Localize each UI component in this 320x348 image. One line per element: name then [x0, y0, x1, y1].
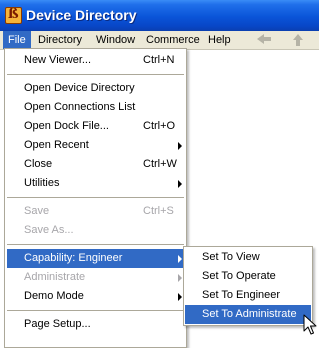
menu-directory[interactable]: Directory [33, 31, 87, 49]
mouse-pointer-icon [303, 314, 317, 335]
menu-item-demo-mode[interactable]: Demo Mode [7, 287, 184, 306]
up-arrow-icon[interactable] [287, 33, 309, 47]
capability-submenu: Set To View Set To Operate Set To Engine… [183, 246, 313, 326]
menu-window[interactable]: Window [91, 31, 140, 49]
menu-separator [7, 197, 184, 198]
menu-commerce[interactable]: Commerce [141, 31, 205, 49]
submenu-item-set-to-administrate[interactable]: Set To Administrate [185, 305, 311, 324]
submenu-item-set-to-operate[interactable]: Set To Operate [185, 267, 311, 286]
menu-separator [7, 74, 184, 75]
menu-item-open-device-directory[interactable]: Open Device Directory [7, 79, 184, 98]
submenu-arrow-icon [178, 255, 182, 263]
menu-item-capability[interactable]: Capability: Engineer [7, 249, 184, 268]
menu-separator [7, 310, 184, 311]
menu-item-open-dock-file[interactable]: Open Dock File... Ctrl+O [7, 117, 184, 136]
menu-item-save[interactable]: Save Ctrl+S [7, 202, 184, 221]
app-icon[interactable]: ß [5, 7, 22, 24]
submenu-item-set-to-view[interactable]: Set To View [185, 248, 311, 267]
menu-item-close[interactable]: Close Ctrl+W [7, 155, 184, 174]
menu-item-utilities[interactable]: Utilities [7, 174, 184, 193]
menu-item-administrate[interactable]: Administrate [7, 268, 184, 287]
submenu-arrow-icon [178, 274, 182, 282]
submenu-arrow-icon [178, 142, 182, 150]
back-arrow-icon[interactable] [253, 33, 275, 47]
menu-item-new-viewer[interactable]: New Viewer... Ctrl+N [7, 51, 184, 70]
submenu-arrow-icon [178, 180, 182, 188]
menu-item-page-setup[interactable]: Page Setup... [7, 315, 184, 334]
file-menu-dropdown: New Viewer... Ctrl+N Open Device Directo… [4, 48, 187, 348]
menu-help[interactable]: Help [203, 31, 236, 49]
title-bar[interactable]: ß Device Directory [0, 0, 319, 31]
menu-separator [7, 244, 184, 245]
menu-file[interactable]: File [3, 31, 31, 49]
menu-item-save-as[interactable]: Save As... [7, 221, 184, 240]
submenu-arrow-icon [178, 293, 182, 301]
menu-item-open-connections-list[interactable]: Open Connections List [7, 98, 184, 117]
window-title: Device Directory [26, 7, 137, 23]
menu-item-open-recent[interactable]: Open Recent [7, 136, 184, 155]
submenu-item-set-to-engineer[interactable]: Set To Engineer [185, 286, 311, 305]
